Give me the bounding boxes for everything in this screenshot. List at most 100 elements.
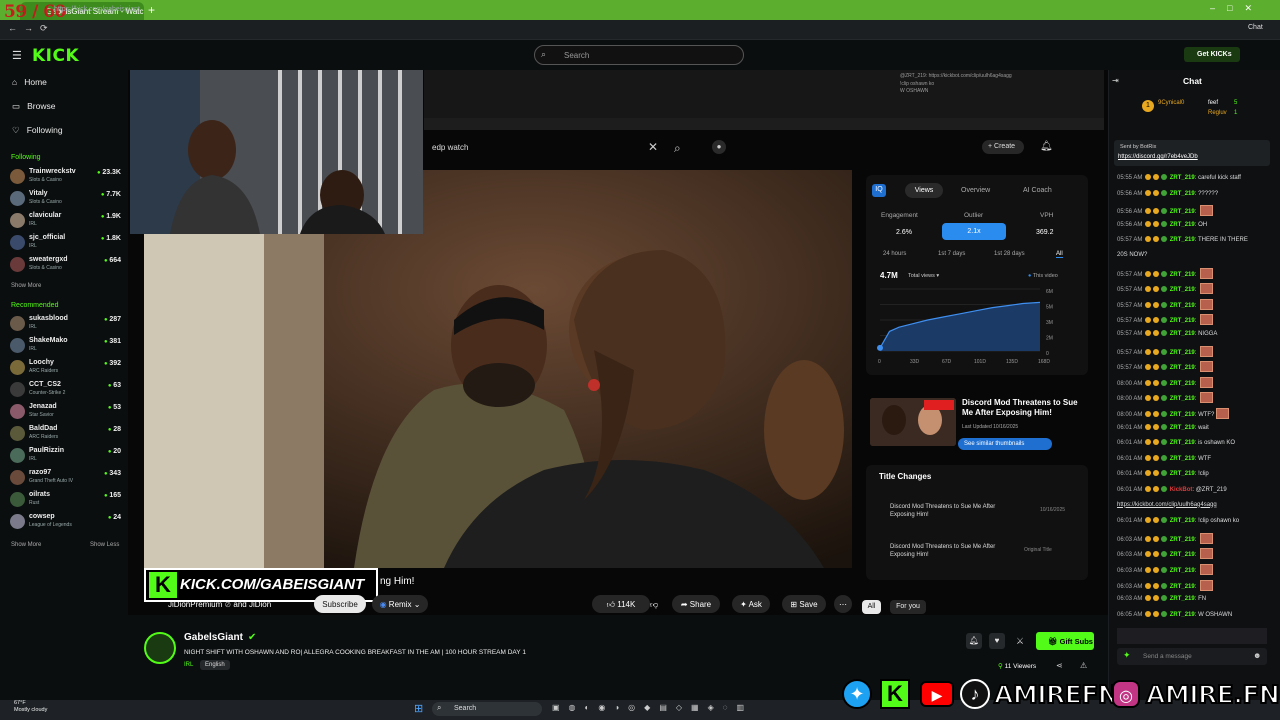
chat-message[interactable]: 06:03 AM ZRT_219: FN <box>1117 595 1206 602</box>
chat-message[interactable]: 06:03 AM ZRT_219: <box>1117 532 1214 544</box>
sidebar-channel-recommended[interactable]: sukasblood IRL 287 <box>10 314 126 336</box>
chat-username[interactable]: ZRT_219 <box>1170 381 1195 387</box>
weather-widget[interactable]: 67°F Mostly cloudy <box>14 700 47 714</box>
chat-message[interactable]: 08:00 AM ZRT_219: <box>1117 376 1214 388</box>
chat-message[interactable]: 06:05 AM ZRT_219: W OSHAWN <box>1117 610 1232 618</box>
sidebar-channel-following[interactable]: sweatergxd Slots & Casino 664 <box>10 255 126 277</box>
total-views-dropdown[interactable]: Total views ▾ <box>908 273 939 279</box>
chat-message[interactable]: 06:01 AM ZRT_219: !clip <box>1117 470 1209 477</box>
chat-message[interactable]: 05:57 AM ZRT_219: <box>1117 314 1214 326</box>
chat-message[interactable]: 06:03 AM ZRT_219: <box>1117 579 1214 591</box>
chat-message[interactable]: 05:57 AM ZRT_219: THERE IN THERE <box>1117 236 1248 243</box>
range-7d[interactable]: 1st 7 days <box>938 251 965 257</box>
subscribe-button[interactable]: Subscribe <box>314 595 366 613</box>
chat-username[interactable]: ZRT_219 <box>1170 365 1195 371</box>
dislike-icon[interactable]: 👎︎ <box>644 595 664 613</box>
gift-subs-button[interactable]: 🎁︎ Gift Subs <box>1036 632 1094 650</box>
sidebar-channel-recommended[interactable]: Loochy ARC Raiders 392 <box>10 358 126 380</box>
chat-message[interactable]: 05:56 AM ZRT_219: OH <box>1117 220 1207 228</box>
chat-username[interactable]: ZRT_219 <box>1170 303 1195 309</box>
chat-message[interactable]: 05:57 AM ZRT_219: NIGGA <box>1117 330 1217 337</box>
url-field[interactable]: https://kick.com/gabeisgiant <box>54 6 140 13</box>
heart-icon[interactable]: ♥ <box>989 633 1005 649</box>
more-options-icon[interactable]: ⋯ <box>834 595 852 613</box>
chat-username[interactable]: ZRT_219 <box>1170 191 1195 197</box>
chat-message[interactable]: 05:57 AM ZRT_219: <box>1117 361 1214 373</box>
youtube-search-icon[interactable]: ⌕ <box>674 141 681 156</box>
range-24h[interactable]: 24 hours <box>883 251 906 257</box>
chat-message[interactable]: 05:57 AM ZRT_219: <box>1117 298 1214 310</box>
chat-username[interactable]: ZRT_219 <box>1170 537 1195 543</box>
sidebar-channel-recommended[interactable]: oilrats Rust 165 <box>10 490 126 512</box>
filter-all[interactable]: All <box>862 600 881 614</box>
chat-username[interactable]: ZRT_219 <box>1170 237 1195 243</box>
sidebar-channel-recommended[interactable]: cowsep League of Legends 24 <box>10 512 126 534</box>
search-input[interactable]: Search <box>534 45 744 65</box>
remix-button[interactable]: ◉ Remix ⌄ <box>372 595 428 613</box>
chat-username[interactable]: ZRT_219 <box>1170 318 1195 324</box>
new-tab-icon[interactable]: + <box>148 3 155 17</box>
tab-overview[interactable]: Overview <box>961 187 990 194</box>
chat-username[interactable]: ZRT_219 <box>1170 396 1195 402</box>
chat-username[interactable]: ZRT_219 <box>1170 175 1195 181</box>
show-less-recommended[interactable]: Show Less <box>90 542 119 548</box>
chat-username[interactable]: ZRT_219 <box>1170 425 1195 431</box>
chat-input[interactable]: ✦ Send a message ☻ <box>1117 648 1267 665</box>
chat-message[interactable]: 06:01 AM ZRT_219: is oshawn KO <box>1117 439 1235 446</box>
taskbar-app-icons[interactable]: ▣◍◐◉◑◎◆▤◇▦◈◌▥ <box>552 703 753 712</box>
chat-username[interactable]: ZRT_219 <box>1170 209 1195 215</box>
language-tag[interactable]: English <box>200 660 230 670</box>
range-all[interactable]: All <box>1056 251 1063 258</box>
streamer-avatar[interactable] <box>144 632 176 664</box>
sidebar-channel-recommended[interactable]: razo97 Grand Theft Auto IV 343 <box>10 468 126 490</box>
filter-for-you[interactable]: For you <box>890 600 926 614</box>
sidebar-channel-recommended[interactable]: Jenazad Star Savior 53 <box>10 402 126 424</box>
sidebar-channel-recommended[interactable]: PaulRizzin IRL 20 <box>10 446 126 468</box>
emoji-icon[interactable]: ☻ <box>1253 651 1261 660</box>
sidebar-channel-recommended[interactable]: CCT_CS2 Counter-Strike 2 63 <box>10 380 126 402</box>
category-tag[interactable]: IRL <box>184 662 193 668</box>
nav-arrows-icon[interactable]: ←→⟳ <box>8 23 55 34</box>
chat-username[interactable]: ZRT_219 <box>1170 350 1195 356</box>
chat-message[interactable]: 05:57 AM ZRT_219: <box>1117 283 1214 295</box>
chat-username[interactable]: KickBot <box>1170 487 1193 493</box>
show-more-recommended[interactable]: Show More <box>11 542 41 548</box>
see-similar-button[interactable]: See similar thumbnails <box>958 438 1052 450</box>
chat-message[interactable]: https://kickbot.com/clip/uulh6ag4sagg <box>1117 502 1217 508</box>
clear-search-icon[interactable]: ✕ <box>648 140 658 154</box>
chat-username[interactable]: ZRT_219 <box>1170 272 1195 278</box>
share-button[interactable]: ➦ Share <box>672 595 720 613</box>
mic-icon[interactable]: ● <box>712 140 726 154</box>
kick-logo[interactable]: KICK <box>32 46 79 66</box>
report-icon[interactable]: ⚠ <box>1080 661 1087 670</box>
chat-message[interactable]: 08:00 AM ZRT_219: WTF? <box>1117 408 1230 419</box>
menu-icon[interactable]: ☰ <box>12 49 22 62</box>
chat-message[interactable]: 06:03 AM ZRT_219: <box>1117 564 1214 575</box>
chat-username[interactable]: ZRT_219 <box>1170 596 1195 602</box>
sidebar-channel-following[interactable]: sjc_official IRL 1.8K <box>10 233 126 255</box>
share-stream-icon[interactable]: ⋖ <box>1056 661 1063 670</box>
ask-button[interactable]: ✦ Ask <box>732 595 770 613</box>
sidebar-item-home[interactable]: ⌂ Home <box>12 77 47 87</box>
chat-username[interactable]: ZRT_219 <box>1170 568 1195 574</box>
pinned-link[interactable]: https://discord.gg/r7eb4veJDb <box>1118 154 1198 160</box>
chat-username[interactable]: ZRT_219 <box>1170 222 1195 228</box>
browser-chat-label[interactable]: Chat <box>1248 24 1263 31</box>
video-thumbnail[interactable] <box>870 398 956 446</box>
youtube-search-query[interactable]: edp watch <box>432 143 468 152</box>
chat-username[interactable]: ZRT_219 <box>1170 287 1195 293</box>
chat-username[interactable]: ZRT_219 <box>1170 552 1195 558</box>
tab-views[interactable]: Views <box>905 183 943 198</box>
emote-bar[interactable] <box>1117 628 1267 644</box>
chat-message[interactable]: 06:01 AM ZRT_219: WTF <box>1117 454 1211 462</box>
sidebar-channel-recommended[interactable]: ShakeMako IRL 381 <box>10 336 126 358</box>
sidebar-channel-recommended[interactable]: BaldDad ARC Raiders 28 <box>10 424 126 446</box>
like-button[interactable]: 👍︎ 114K <box>592 595 650 613</box>
bell-icon[interactable]: 🔔︎ <box>966 633 982 649</box>
chat-username[interactable]: ZRT_219 <box>1170 612 1195 618</box>
chat-username[interactable]: ZRT_219 <box>1170 456 1195 462</box>
get-kicks-button[interactable]: Get KICKs <box>1184 47 1240 62</box>
sidebar-item-browse[interactable]: ▭ Browse <box>12 101 55 112</box>
chat-message[interactable]: 05:56 AM ZRT_219: <box>1117 205 1214 217</box>
sidebar-channel-following[interactable]: Trainwreckstv Slots & Casino 23.3K <box>10 167 126 189</box>
